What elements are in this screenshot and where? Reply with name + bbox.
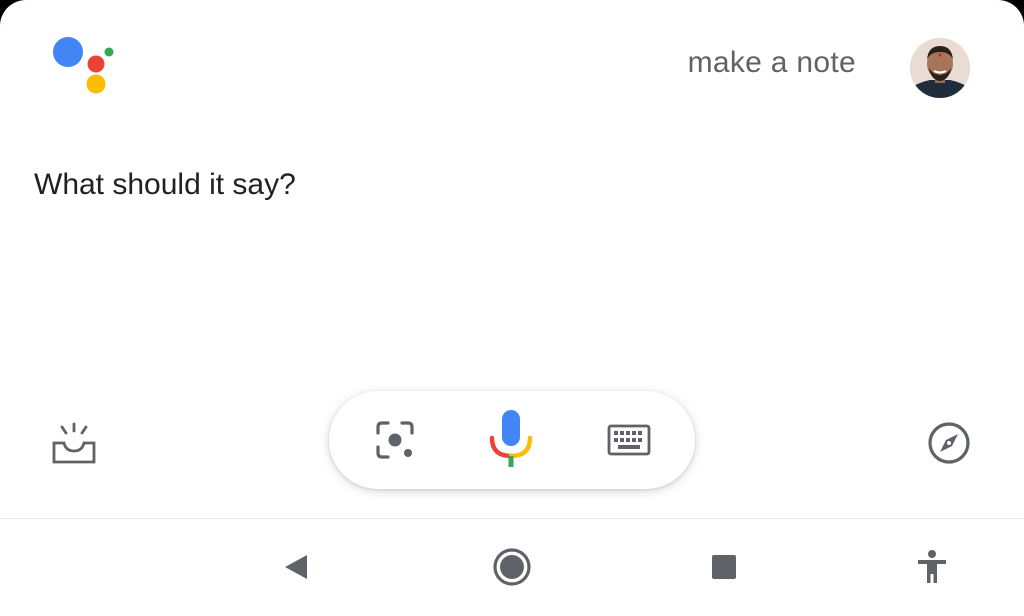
user-query-text: make a note: [687, 46, 856, 79]
assistant-response-text: What should it say?: [34, 168, 296, 201]
google-assistant-logo-icon: [53, 37, 114, 94]
home-circle-icon: [493, 548, 531, 586]
explore-compass-icon: [928, 422, 970, 464]
accessibility-person-icon: [918, 550, 946, 583]
keyboard-icon: [607, 424, 651, 456]
microphone-icon: [489, 410, 533, 467]
nav-back-button[interactable]: [266, 537, 326, 597]
keyboard-button[interactable]: [587, 391, 671, 489]
google-lens-icon: [376, 421, 414, 459]
user-avatar[interactable]: [910, 38, 970, 98]
input-mode-bar: [329, 391, 695, 489]
system-navigation-bar: [0, 518, 1024, 616]
recents-square-icon: [712, 555, 736, 579]
assistant-panel: make a note What should it say?: [0, 0, 1024, 616]
snapshot-updates-button[interactable]: [48, 420, 100, 468]
nav-home-button[interactable]: [482, 537, 542, 597]
nav-accessibility-button[interactable]: [902, 537, 962, 597]
back-triangle-icon: [285, 555, 307, 579]
avatar-photo-icon: [910, 38, 970, 98]
snapshot-updates-icon: [52, 422, 96, 464]
nav-recents-button[interactable]: [694, 537, 754, 597]
google-lens-button[interactable]: [357, 391, 433, 489]
explore-button[interactable]: [922, 416, 976, 470]
microphone-button[interactable]: [471, 391, 551, 489]
